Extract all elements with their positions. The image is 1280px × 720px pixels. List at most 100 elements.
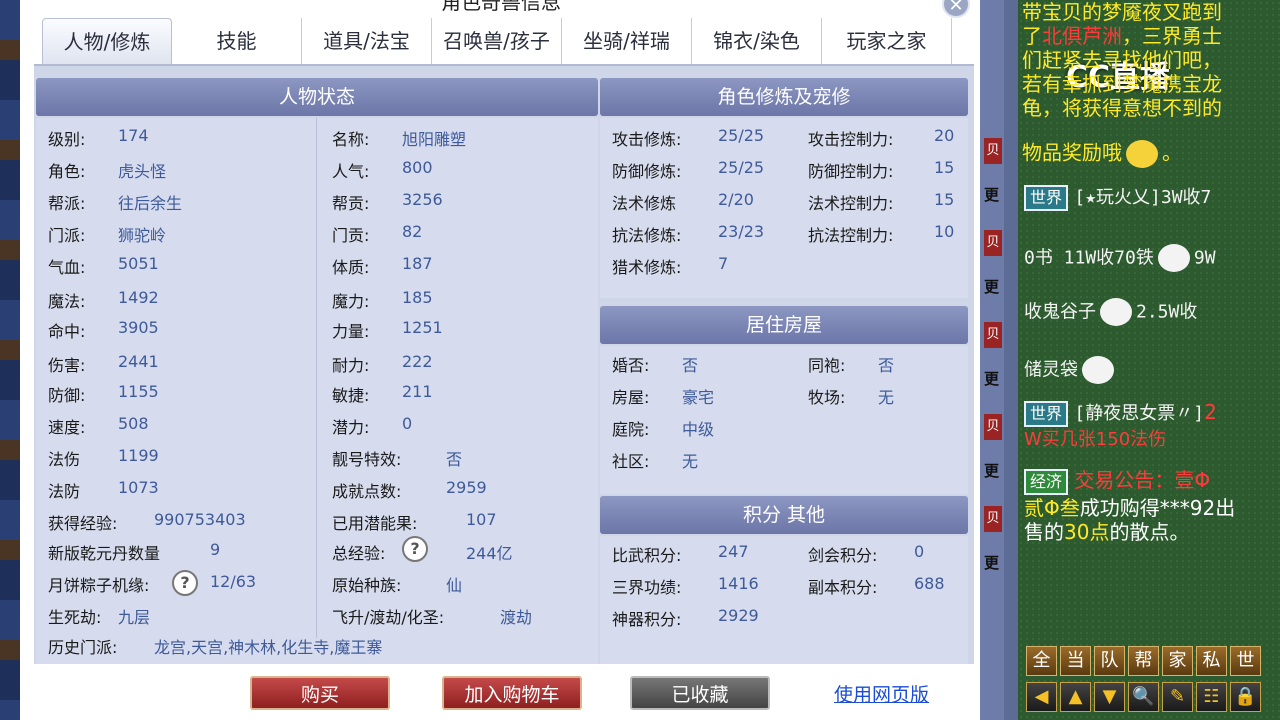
- stat-row: 级别: 174: [48, 126, 149, 150]
- stat-value: 渡劫: [500, 608, 533, 627]
- chat-tab-world[interactable]: 世: [1230, 646, 1261, 676]
- stat-value: 187: [402, 254, 433, 273]
- stat-value: 15: [934, 158, 955, 177]
- rabbit-emoji-icon: [1082, 356, 1114, 384]
- tab-bar: 人物/修炼 技能 道具/法宝 召唤兽/孩子 坐骑/祥瑞 锦衣/染色 玩家之家: [42, 18, 962, 64]
- side-tag[interactable]: 更: [984, 276, 1002, 297]
- stat-row: 同袍: 否: [808, 352, 894, 376]
- stat-row: 飞升/渡劫/化圣: 渡劫: [332, 604, 532, 628]
- stat-value: 0: [402, 414, 413, 433]
- stat-label: 魔法:: [48, 292, 86, 311]
- stat-value: 990753403: [154, 510, 246, 529]
- chat-tab-family[interactable]: 家: [1162, 646, 1193, 676]
- tab-pets[interactable]: 召唤兽/孩子: [432, 18, 562, 64]
- stat-value: 1416: [718, 574, 759, 593]
- side-tag[interactable]: 更: [984, 368, 1002, 389]
- stat-label: 命中:: [48, 322, 86, 341]
- tab-character[interactable]: 人物/修炼: [42, 18, 172, 64]
- side-tag[interactable]: 更: [984, 460, 1002, 481]
- channel-economy-badge[interactable]: 经济: [1024, 469, 1069, 495]
- stat-value: 7: [718, 254, 729, 273]
- add-to-cart-button[interactable]: 加入购物车: [442, 676, 582, 710]
- channel-world-badge[interactable]: 世界: [1024, 185, 1069, 211]
- chat-system-line-3: 们赶紧去寻找他们吧，: [1022, 48, 1222, 72]
- side-tag[interactable]: 贝: [984, 322, 1002, 348]
- side-tag[interactable]: 贝: [984, 414, 1002, 440]
- chat-tab-all[interactable]: 全: [1026, 646, 1057, 676]
- chat-tab-guild[interactable]: 帮: [1128, 646, 1159, 676]
- lock-icon[interactable]: 🔒: [1230, 682, 1261, 712]
- stat-row: 比武积分: 247: [612, 542, 749, 566]
- stat-value: 508: [118, 414, 149, 433]
- stat-row: 命中: 3905: [48, 318, 159, 342]
- chat-text: 贰Φ叁: [1024, 496, 1080, 520]
- chat-message-2: 收鬼谷子 2.5W收: [1024, 298, 1280, 326]
- stat-label: 气血:: [48, 258, 86, 277]
- arrow-down-icon[interactable]: ▼: [1094, 682, 1125, 712]
- chat-text: 交易公告：壹Φ: [1074, 468, 1211, 492]
- stat-label: 法术修炼: [612, 194, 677, 213]
- stat-row: 体质: 187: [332, 254, 433, 278]
- side-tag[interactable]: 贝: [984, 230, 1002, 256]
- stat-value: 5051: [118, 254, 159, 273]
- stat-label: 法防: [48, 482, 81, 501]
- rabbit-emoji-icon: [1157, 244, 1190, 272]
- stat-label: 体质:: [332, 258, 370, 277]
- tab-mounts[interactable]: 坐骑/祥瑞: [562, 18, 692, 64]
- stat-label: 获得经验:: [48, 514, 118, 533]
- edit-icon[interactable]: ✎: [1162, 682, 1193, 712]
- chat-tab-team[interactable]: 队: [1094, 646, 1125, 676]
- side-tag[interactable]: 贝: [984, 138, 1002, 164]
- stat-label: 已用潜能果:: [332, 514, 418, 533]
- stat-label: 新版乾元丹数量: [48, 544, 161, 563]
- chat-text: 物品奖励哦: [1022, 140, 1122, 165]
- stat-value: 800: [402, 158, 433, 177]
- side-tag[interactable]: 更: [984, 552, 1002, 573]
- housing-heading: 居住房屋: [600, 306, 968, 344]
- stat-label: 门派:: [48, 226, 86, 245]
- list-icon[interactable]: ☷: [1196, 682, 1227, 712]
- stat-row: 原始种族: 仙: [332, 572, 462, 596]
- total-exp-help-icon[interactable]: ?: [402, 536, 428, 562]
- stat-row: 副本积分: 688: [808, 574, 945, 598]
- stat-value: 1155: [118, 382, 159, 401]
- search-icon[interactable]: 🔍: [1128, 682, 1159, 712]
- stat-row: 防御: 1155: [48, 382, 159, 406]
- stat-value: 龙宫,天宫,神木林,化生寺,魔王寨: [154, 638, 383, 657]
- stat-label: 三界功绩:: [612, 578, 682, 597]
- stat-row: 法伤 1199: [48, 446, 159, 470]
- stat-row: 门贡: 82: [332, 222, 422, 246]
- side-tag[interactable]: 贝: [984, 506, 1002, 532]
- chat-system-line-2: 了北俱芦洲，三界勇士: [1022, 24, 1280, 48]
- stat-value: 3256: [402, 190, 443, 209]
- stat-label: 防御修炼:: [612, 162, 682, 181]
- stat-value: 15: [934, 190, 955, 209]
- stat-label: 攻击控制力:: [808, 130, 894, 149]
- arrow-left-icon[interactable]: ◀: [1026, 682, 1057, 712]
- stat-label: 抗法修炼:: [612, 226, 682, 245]
- favorited-button[interactable]: 已收藏: [630, 676, 770, 710]
- arrow-up-icon[interactable]: ▲: [1060, 682, 1091, 712]
- stat-label: 魔力:: [332, 292, 370, 311]
- stat-label: 耐力:: [332, 356, 370, 375]
- stat-label: 力量:: [332, 322, 370, 341]
- buy-button[interactable]: 购买: [250, 676, 390, 710]
- chat-tab-current[interactable]: 当: [1060, 646, 1091, 676]
- stat-value: 无: [878, 388, 895, 407]
- chat-message-1: 世界 [★玩火乂]3W收7: [1024, 184, 1280, 211]
- tab-outfits[interactable]: 锦衣/染色: [692, 18, 822, 64]
- mooncake-help-icon[interactable]: ?: [172, 570, 198, 596]
- close-icon[interactable]: ✕: [942, 0, 970, 18]
- stat-value: 仙: [446, 576, 463, 595]
- channel-world-badge[interactable]: 世界: [1024, 401, 1069, 427]
- stat-row: 人气: 800: [332, 158, 433, 182]
- tab-skills[interactable]: 技能: [172, 18, 302, 64]
- chat-message-5c: 售的30点的散点。: [1024, 520, 1280, 544]
- use-web-version-link[interactable]: 使用网页版: [834, 680, 929, 707]
- side-tag[interactable]: 更: [984, 184, 1002, 205]
- stat-label: 牧场:: [808, 388, 846, 407]
- chat-tab-private[interactable]: 私: [1196, 646, 1227, 676]
- stat-label: 历史门派:: [48, 638, 118, 657]
- tab-items[interactable]: 道具/法宝: [302, 18, 432, 64]
- tab-player-home[interactable]: 玩家之家: [822, 18, 952, 64]
